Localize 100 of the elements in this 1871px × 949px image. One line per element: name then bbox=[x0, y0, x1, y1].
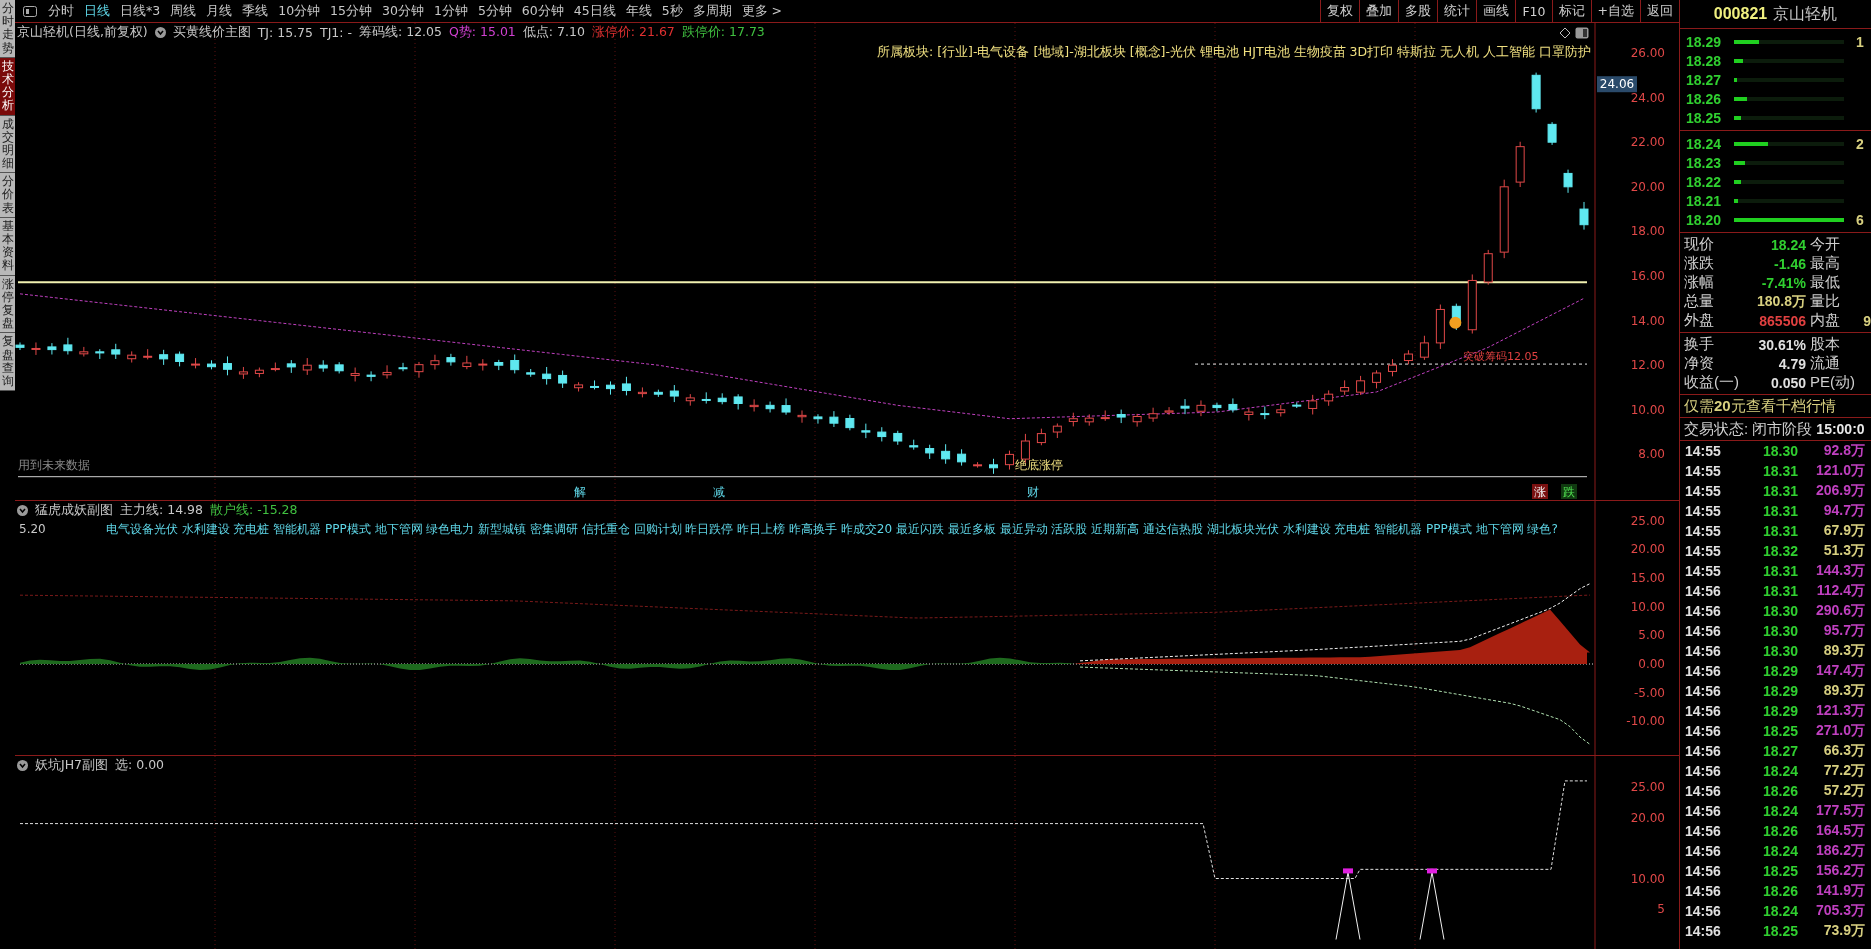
candlestick bbox=[175, 351, 185, 367]
order-price: 18.29 bbox=[1686, 33, 1723, 50]
tick-volume: 141.9万 bbox=[1815, 882, 1865, 900]
candlestick bbox=[1196, 399, 1206, 417]
tick-volume: 77.2万 bbox=[1822, 762, 1865, 780]
candlestick bbox=[222, 355, 232, 376]
period-tab[interactable]: 日线 bbox=[79, 2, 115, 20]
stat-value: 865506 bbox=[1758, 312, 1806, 329]
dropdown-icon[interactable] bbox=[17, 504, 28, 516]
axis-label: -10.00 bbox=[1626, 714, 1665, 729]
candlestick bbox=[781, 397, 791, 416]
period-tab[interactable]: 30分钟 bbox=[377, 2, 429, 20]
candlestick bbox=[526, 368, 536, 378]
order-volume: 6 bbox=[1856, 211, 1864, 228]
promo-text[interactable]: 仅需20元查看千档行情 bbox=[1684, 396, 1836, 416]
period-tab[interactable]: 5秒 bbox=[656, 2, 688, 20]
candlestick bbox=[254, 367, 264, 378]
tick-volume: 156.2万 bbox=[1815, 862, 1865, 880]
candlestick bbox=[909, 439, 919, 451]
candlestick bbox=[1419, 335, 1429, 361]
toolbar-button[interactable]: F10 bbox=[1515, 0, 1552, 22]
stock-name: 京山轻机 bbox=[1773, 3, 1838, 24]
tick-price: 18.30 bbox=[1763, 603, 1800, 619]
tick-volume: 51.3万 bbox=[1822, 542, 1865, 560]
stat-value: 9 bbox=[1863, 312, 1871, 329]
dropdown-icon[interactable] bbox=[154, 26, 166, 38]
signal-label: 解 bbox=[574, 485, 586, 499]
rise-signal: 涨 bbox=[1532, 484, 1548, 499]
side-tab[interactable]: 分价表 bbox=[0, 173, 15, 218]
candlestick bbox=[1547, 121, 1557, 146]
candlestick bbox=[207, 359, 216, 370]
side-tab[interactable]: 基本资料 bbox=[0, 217, 15, 276]
indicator-value: 选: 0.00 bbox=[115, 756, 165, 774]
stat-label: 流通 bbox=[1810, 354, 1840, 373]
warning-note: 用到未来数据 bbox=[18, 458, 90, 472]
panel-toggle-icon[interactable] bbox=[23, 5, 37, 17]
period-tab[interactable]: 5分钟 bbox=[472, 2, 517, 20]
candlestick bbox=[414, 361, 424, 379]
tick-time: 14:56 bbox=[1685, 783, 1722, 799]
candlestick bbox=[462, 355, 472, 370]
period-tab[interactable]: 10分钟 bbox=[273, 2, 326, 20]
axis-label: 0.00 bbox=[1638, 657, 1665, 671]
toolbar-button[interactable]: 叠加 bbox=[1359, 0, 1399, 22]
toolbar-button[interactable]: 画线 bbox=[1476, 0, 1516, 22]
period-tab[interactable]: 季线 bbox=[237, 2, 274, 20]
toolbar-button[interactable]: 多股 bbox=[1398, 0, 1438, 22]
indicator-name: 买黄线价主图 bbox=[172, 23, 251, 41]
period-tab[interactable]: 更多 > bbox=[736, 2, 788, 20]
candlestick bbox=[1403, 349, 1413, 365]
tick-time: 14:56 bbox=[1685, 703, 1722, 719]
order-price: 18.23 bbox=[1686, 154, 1723, 171]
period-tab[interactable]: 15分钟 bbox=[325, 2, 377, 20]
side-tab[interactable]: 涨停复盘 bbox=[0, 275, 15, 334]
status-time: 15:00:0 bbox=[1816, 421, 1865, 437]
candlestick bbox=[621, 376, 631, 396]
tick-price: 18.25 bbox=[1763, 923, 1800, 939]
candlestick bbox=[1340, 379, 1350, 396]
diamond-icon[interactable] bbox=[1559, 27, 1571, 39]
candlestick bbox=[590, 379, 600, 390]
tick-volume: 705.3万 bbox=[1815, 902, 1865, 920]
toolbar-button[interactable]: 统计 bbox=[1437, 0, 1477, 22]
axis-label: 24.00 bbox=[1630, 90, 1665, 105]
side-tab[interactable]: 复盘查询 bbox=[0, 333, 15, 392]
toolbar-button[interactable]: 复权 bbox=[1320, 0, 1360, 22]
indicator-value: 涨停价: 21.67 bbox=[591, 23, 675, 41]
axis-label: 10.00 bbox=[1630, 402, 1665, 417]
period-tab[interactable]: 多周期 bbox=[687, 2, 737, 20]
side-tab[interactable]: 分时走势 bbox=[0, 0, 15, 58]
axis-label: 25.00 bbox=[1630, 513, 1665, 528]
period-tab[interactable]: 45日线 bbox=[568, 2, 621, 20]
period-tab[interactable]: 月线 bbox=[201, 2, 238, 20]
side-tab[interactable]: 技术分析 bbox=[0, 57, 15, 116]
axis-label: 16.00 bbox=[1630, 269, 1665, 283]
candlestick bbox=[1052, 423, 1062, 439]
toolbar-button[interactable]: +自选 bbox=[1590, 0, 1640, 22]
panel-toggle-icon[interactable] bbox=[1575, 27, 1589, 39]
period-tab[interactable]: 年线 bbox=[620, 2, 657, 20]
period-tab[interactable]: 周线 bbox=[165, 2, 202, 20]
tick-time: 14:56 bbox=[1685, 763, 1722, 779]
tick-volume: 177.5万 bbox=[1815, 802, 1865, 820]
candlestick bbox=[845, 414, 855, 431]
dropdown-icon[interactable] bbox=[17, 759, 28, 771]
period-tab[interactable]: 60分钟 bbox=[516, 2, 569, 20]
toolbar-button[interactable]: 标记 bbox=[1551, 0, 1591, 22]
period-tab[interactable]: 分时 bbox=[43, 2, 79, 20]
axis-label: 25.00 bbox=[1630, 780, 1665, 794]
tick-price: 18.26 bbox=[1763, 883, 1800, 899]
order-price: 18.22 bbox=[1686, 173, 1723, 190]
period-tab[interactable]: 1分钟 bbox=[428, 2, 473, 20]
candlestick bbox=[318, 359, 328, 373]
tick-price: 18.30 bbox=[1763, 443, 1800, 459]
candlestick bbox=[893, 430, 903, 446]
period-tab[interactable]: 日线*3 bbox=[115, 2, 166, 20]
tick-time: 14:56 bbox=[1685, 683, 1722, 699]
tick-time: 14:56 bbox=[1685, 843, 1722, 859]
toolbar-button[interactable]: 返回 bbox=[1640, 0, 1679, 22]
tick-price: 18.31 bbox=[1763, 563, 1800, 579]
tick-volume: 95.7万 bbox=[1822, 622, 1865, 640]
side-tab[interactable]: 成交明细 bbox=[0, 115, 15, 174]
indicator-value: 主力线: 14.98 bbox=[120, 501, 203, 519]
